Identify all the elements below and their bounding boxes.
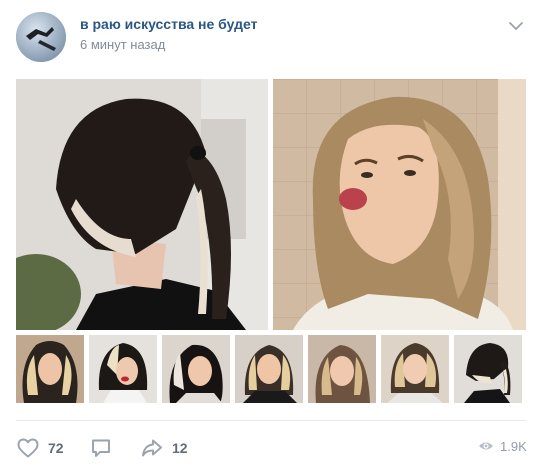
photo-image xyxy=(16,79,268,330)
post-author-name[interactable]: в раю искусства не будет xyxy=(80,16,257,32)
post-timestamp[interactable]: 6 минут назад xyxy=(80,37,165,52)
like-button[interactable]: 72 xyxy=(16,434,64,462)
eye-icon xyxy=(479,442,493,450)
post-thumbnail-7[interactable] xyxy=(454,335,522,403)
community-avatar[interactable] xyxy=(16,12,66,62)
share-arrow-icon xyxy=(142,439,162,457)
shares-count: 12 xyxy=(172,440,188,456)
post-actions-divider xyxy=(16,420,526,421)
photo-image xyxy=(16,335,84,403)
post-menu-button[interactable] xyxy=(506,16,526,36)
likes-count: 72 xyxy=(48,440,64,456)
post-thumbnail-5[interactable] xyxy=(308,335,376,403)
heart-icon xyxy=(17,438,39,458)
avatar-image xyxy=(16,12,66,62)
comment-button[interactable] xyxy=(89,434,113,462)
post-thumbnail-2[interactable] xyxy=(89,335,157,403)
photo-image xyxy=(235,335,303,403)
post-thumbnail-3[interactable] xyxy=(162,335,230,403)
post-thumbnail-1[interactable] xyxy=(16,335,84,403)
post-photo-2[interactable] xyxy=(273,79,526,330)
post-thumbnail-6[interactable] xyxy=(381,335,449,403)
comment-icon xyxy=(92,439,110,457)
views-count: 1.9K xyxy=(500,438,527,454)
wall-post: в раю искусства не будет 6 минут назад 7… xyxy=(0,0,540,470)
share-button[interactable]: 12 xyxy=(140,434,188,462)
photo-image xyxy=(454,335,522,403)
photo-image xyxy=(89,335,157,403)
photo-image xyxy=(308,335,376,403)
post-photo-1[interactable] xyxy=(16,79,268,330)
photo-image xyxy=(273,79,526,330)
photo-image xyxy=(162,335,230,403)
views-counter: 1.9K xyxy=(478,438,527,454)
photo-image xyxy=(381,335,449,403)
chevron-down-icon xyxy=(509,22,523,30)
post-thumbnail-4[interactable] xyxy=(235,335,303,403)
